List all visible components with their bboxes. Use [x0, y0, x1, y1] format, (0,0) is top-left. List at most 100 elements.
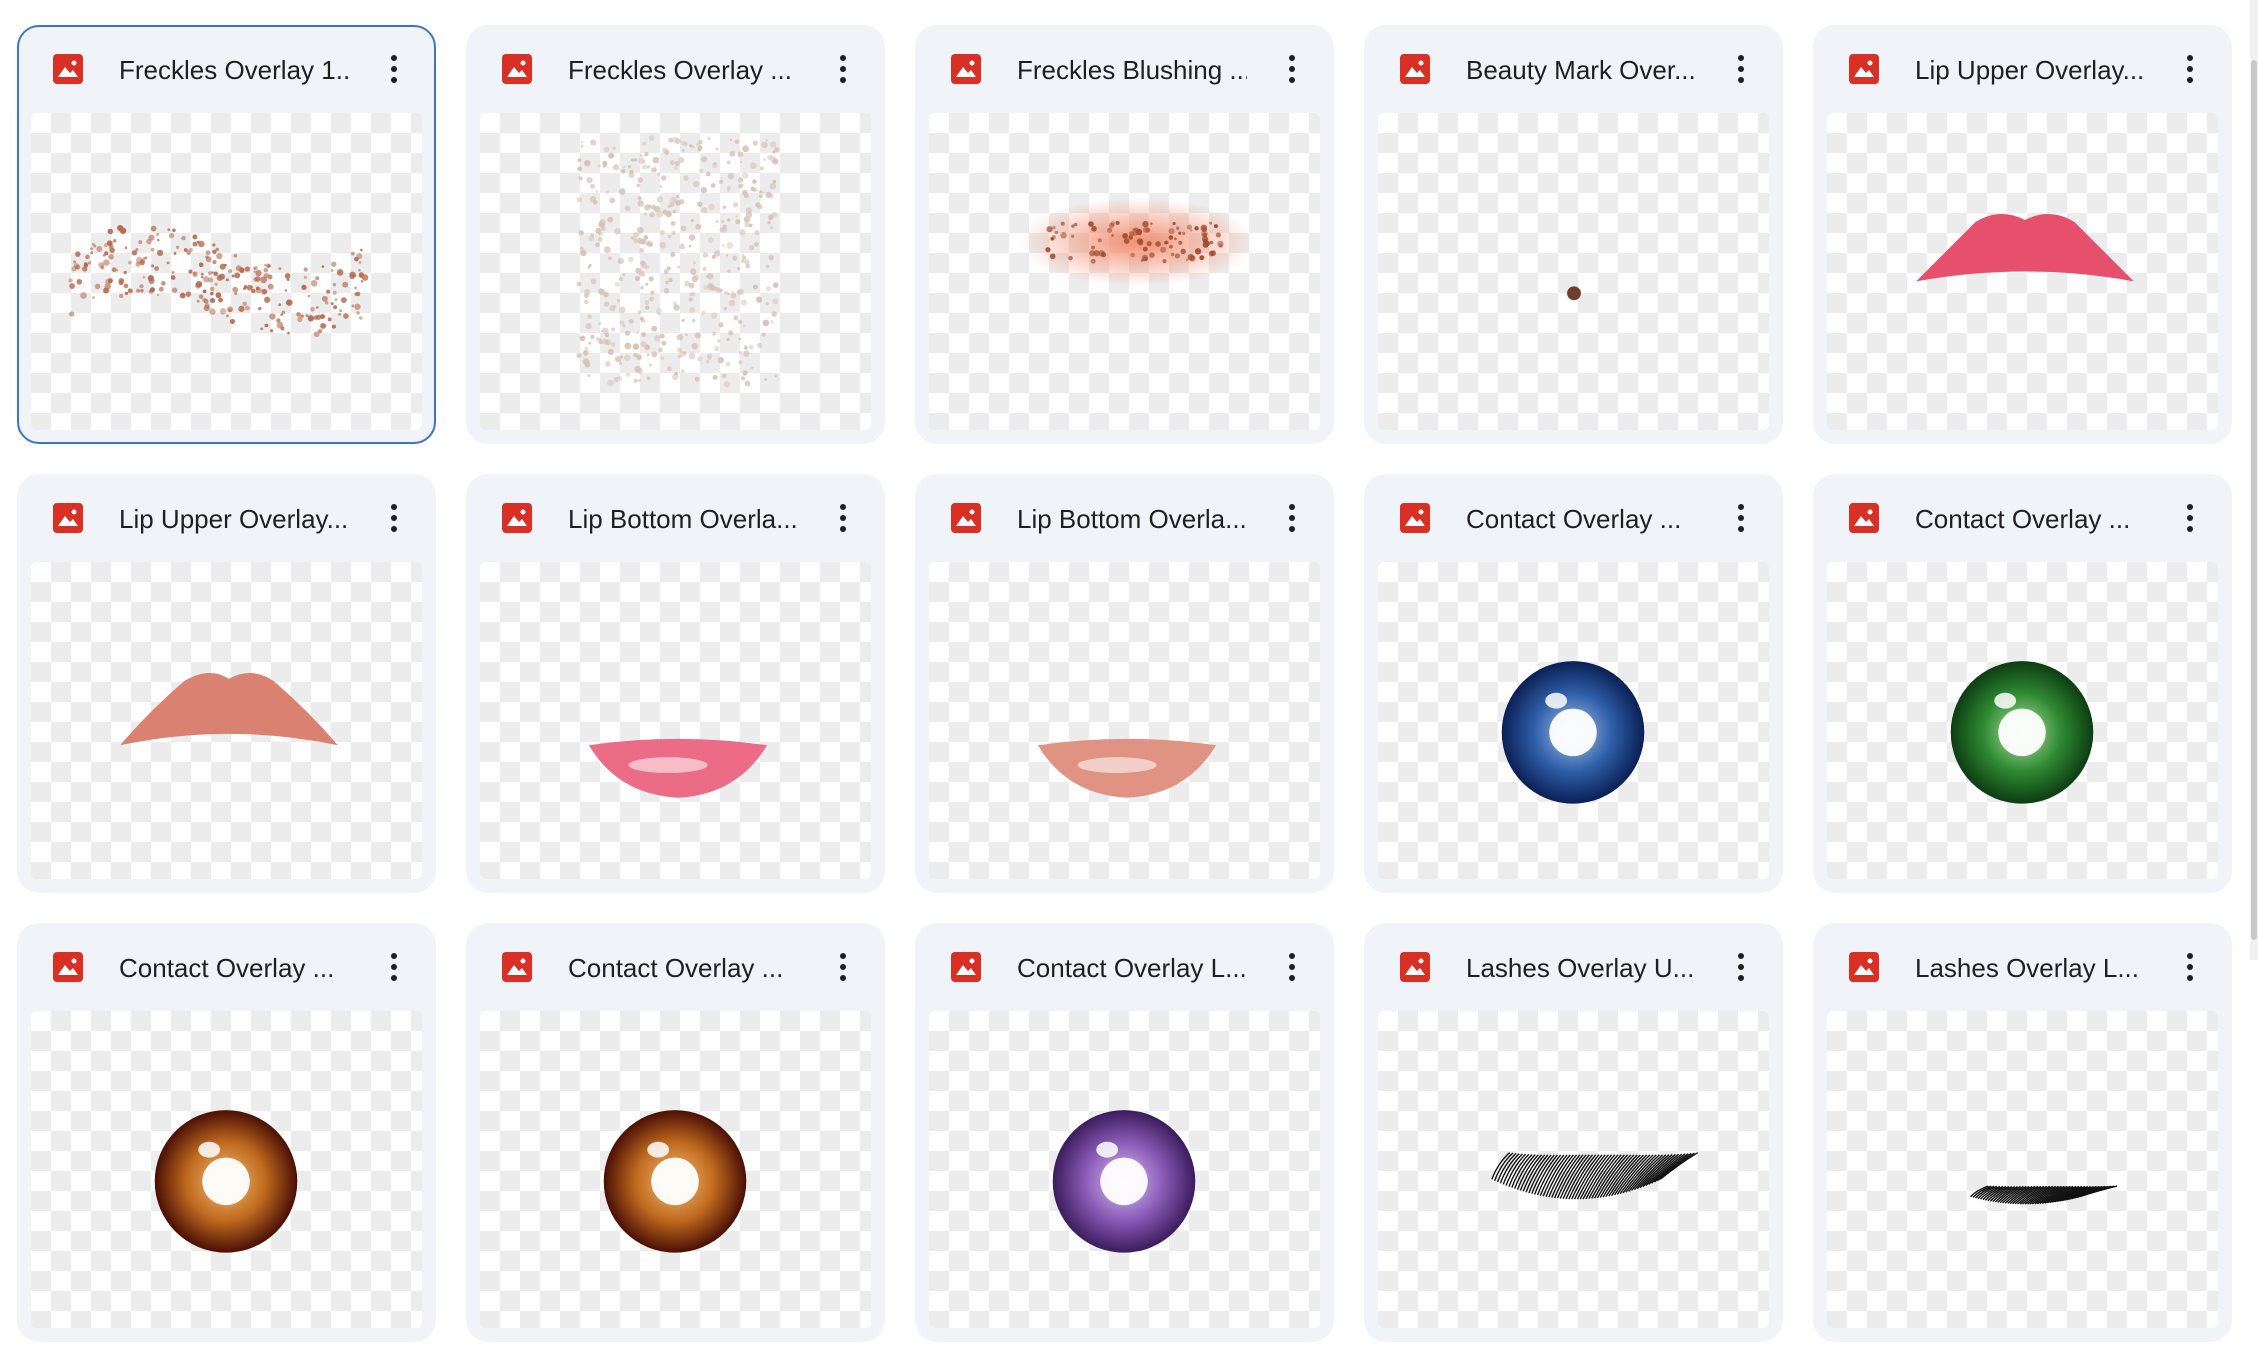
file-card[interactable]: Lip Upper Overlay... — [17, 474, 436, 893]
file-name[interactable]: Contact Overlay ... — [1466, 502, 1696, 536]
file-card[interactable]: Lashes Overlay L... — [1813, 923, 2232, 1342]
image-file-icon — [501, 502, 533, 534]
file-thumbnail[interactable] — [480, 113, 871, 430]
file-name[interactable]: Freckles Blushing ... — [1017, 53, 1247, 87]
more-options-icon[interactable] — [2172, 500, 2208, 536]
file-thumbnail[interactable] — [1827, 562, 2218, 879]
more-options-icon[interactable] — [2172, 949, 2208, 985]
image-file-icon — [950, 53, 982, 85]
file-grid: Freckles Overlay 1... Freckles Overlay ..… — [17, 25, 2232, 1342]
file-thumbnail[interactable] — [1378, 113, 1769, 430]
card-header: Lashes Overlay U... — [1366, 925, 1781, 1011]
file-thumbnail[interactable] — [31, 113, 422, 430]
file-thumbnail[interactable] — [1378, 1011, 1769, 1328]
card-header: Lip Bottom Overla... — [917, 476, 1332, 562]
file-name[interactable]: Beauty Mark Over... — [1466, 53, 1696, 87]
card-header: Freckles Overlay ... — [468, 27, 883, 113]
freckles-band-icon — [68, 224, 369, 338]
card-header: Lip Upper Overlay... — [1815, 27, 2230, 113]
more-options-icon[interactable] — [1274, 949, 1310, 985]
file-thumbnail[interactable] — [1378, 562, 1769, 879]
image-file-icon — [950, 502, 982, 534]
file-thumbnail[interactable] — [929, 113, 1320, 430]
file-thumbnail[interactable] — [1827, 113, 2218, 430]
eye-blue-icon — [1501, 661, 1645, 804]
more-options-icon[interactable] — [1274, 500, 1310, 536]
more-options-icon[interactable] — [825, 51, 861, 87]
file-thumbnail[interactable] — [1827, 1011, 2218, 1328]
lashes-lower-icon — [1970, 1185, 2118, 1205]
lashes-upper-icon — [1491, 1152, 1699, 1200]
more-options-icon[interactable] — [825, 949, 861, 985]
card-header: Lip Upper Overlay... — [19, 476, 434, 562]
file-thumbnail[interactable] — [480, 562, 871, 879]
more-options-icon[interactable] — [376, 949, 412, 985]
more-options-icon[interactable] — [2172, 51, 2208, 87]
image-file-icon — [1399, 951, 1431, 983]
freckles-faint-icon — [576, 135, 780, 388]
card-header: Lip Bottom Overla... — [468, 476, 883, 562]
file-card[interactable]: Freckles Overlay ... — [466, 25, 885, 444]
file-name[interactable]: Contact Overlay ... — [568, 951, 798, 985]
file-card[interactable]: Contact Overlay ... — [1813, 474, 2232, 893]
lip-bottom-pink-icon — [588, 738, 768, 798]
more-options-icon[interactable] — [1723, 949, 1759, 985]
file-card[interactable]: Beauty Mark Over... — [1364, 25, 1783, 444]
file-card[interactable]: Freckles Overlay 1... — [17, 25, 436, 444]
file-name[interactable]: Lip Upper Overlay... — [1915, 53, 2145, 87]
file-card[interactable]: Lip Bottom Overla... — [915, 474, 1334, 893]
image-file-icon — [52, 53, 84, 85]
file-thumbnail[interactable] — [31, 562, 422, 879]
file-thumbnail[interactable] — [31, 1011, 422, 1328]
lip-upper-pink-icon — [1916, 214, 2134, 282]
card-header: Freckles Overlay 1... — [19, 27, 434, 113]
eye-brown-icon — [154, 1110, 298, 1253]
more-options-icon[interactable] — [376, 500, 412, 536]
file-card[interactable]: Lashes Overlay U... — [1364, 923, 1783, 1342]
file-thumbnail[interactable] — [929, 1011, 1320, 1328]
more-options-icon[interactable] — [825, 500, 861, 536]
more-options-icon[interactable] — [1723, 500, 1759, 536]
more-options-icon[interactable] — [1274, 51, 1310, 87]
file-card[interactable]: Freckles Blushing ... — [915, 25, 1334, 444]
image-file-icon — [1848, 502, 1880, 534]
image-file-icon — [501, 53, 533, 85]
file-card[interactable]: Contact Overlay ... — [1364, 474, 1783, 893]
more-options-icon[interactable] — [1723, 51, 1759, 87]
file-card[interactable]: Contact Overlay ... — [466, 923, 885, 1342]
eye-green-icon — [1950, 661, 2094, 804]
file-card[interactable]: Lip Bottom Overla... — [466, 474, 885, 893]
scrollbar-thumb[interactable] — [2251, 60, 2257, 940]
beauty-mark-icon — [1567, 286, 1581, 301]
file-card[interactable]: Contact Overlay L... — [915, 923, 1334, 1342]
file-card[interactable]: Contact Overlay ... — [17, 923, 436, 1342]
more-options-icon[interactable] — [376, 51, 412, 87]
file-name[interactable]: Lip Bottom Overla... — [1017, 502, 1247, 536]
file-name[interactable]: Contact Overlay ... — [119, 951, 349, 985]
lip-bottom-nude-icon — [1037, 738, 1217, 798]
eye-purple-icon — [1052, 1110, 1196, 1253]
image-file-icon — [950, 951, 982, 983]
file-thumbnail[interactable] — [929, 562, 1320, 879]
image-file-icon — [1399, 502, 1431, 534]
image-file-icon — [52, 502, 84, 534]
image-file-icon — [1848, 951, 1880, 983]
scrollbar[interactable] — [2250, 0, 2258, 960]
card-header: Lashes Overlay L... — [1815, 925, 2230, 1011]
file-name[interactable]: Lip Upper Overlay... — [119, 502, 349, 536]
file-name[interactable]: Lashes Overlay L... — [1915, 951, 2145, 985]
file-thumbnail[interactable] — [480, 1011, 871, 1328]
file-name[interactable]: Contact Overlay L... — [1017, 951, 1247, 985]
file-name[interactable]: Lashes Overlay U... — [1466, 951, 1696, 985]
file-name[interactable]: Lip Bottom Overla... — [568, 502, 798, 536]
image-file-icon — [52, 951, 84, 983]
file-name[interactable]: Contact Overlay ... — [1915, 502, 2145, 536]
lip-upper-nude-icon — [120, 672, 338, 746]
card-header: Contact Overlay ... — [1815, 476, 2230, 562]
card-header: Contact Overlay ... — [19, 925, 434, 1011]
card-header: Contact Overlay ... — [1366, 476, 1781, 562]
file-card[interactable]: Lip Upper Overlay... — [1813, 25, 2232, 444]
file-name[interactable]: Freckles Overlay ... — [568, 53, 798, 87]
card-header: Freckles Blushing ... — [917, 27, 1332, 113]
file-name[interactable]: Freckles Overlay 1... — [119, 53, 349, 87]
